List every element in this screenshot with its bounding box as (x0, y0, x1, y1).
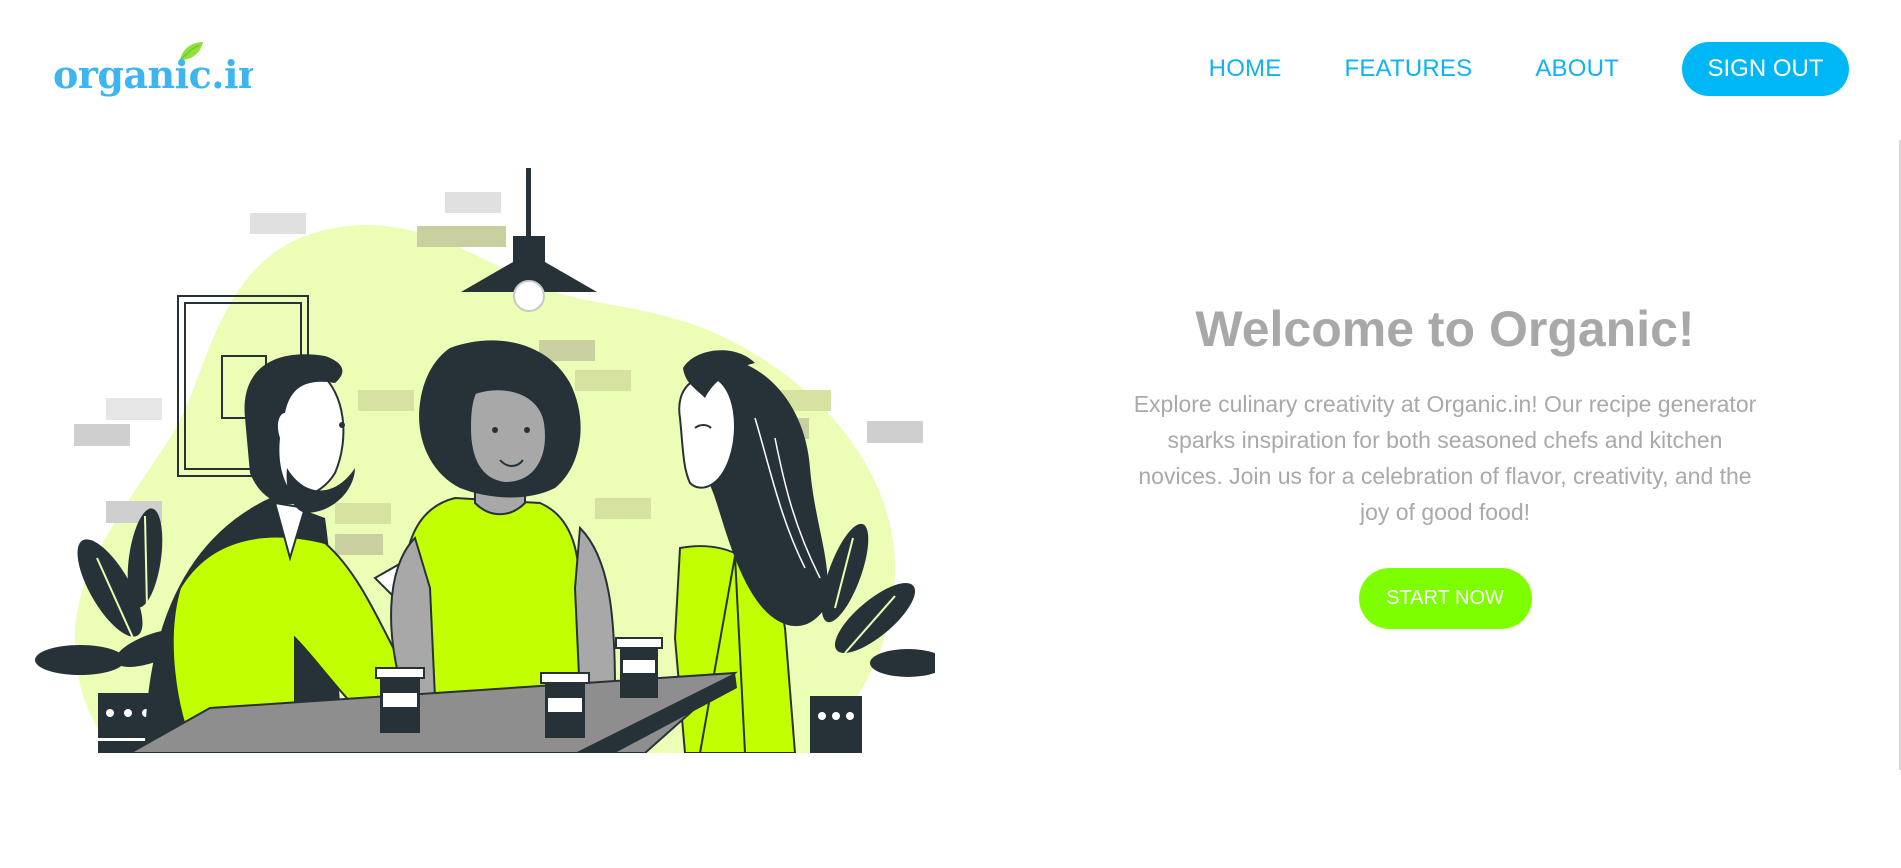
hero-section: Welcome to Organic! Explore culinary cre… (1115, 300, 1775, 629)
hero-illustration (35, 168, 946, 754)
friends-coffee-illustration-icon (35, 168, 946, 754)
start-now-button[interactable]: START NOW (1358, 568, 1532, 629)
main-nav: HOME FEATURES ABOUT SIGN OUT (1209, 42, 1849, 96)
hero-description: Explore culinary creativity at Organic.i… (1133, 391, 1757, 525)
cta-wrapper: START NOW (1115, 568, 1775, 629)
hero-title: Welcome to Organic! (1195, 301, 1695, 357)
sign-out-button[interactable]: SIGN OUT (1682, 42, 1849, 96)
nav-about-link[interactable]: ABOUT (1535, 55, 1619, 83)
nav-home-link[interactable]: HOME (1209, 55, 1282, 83)
site-header: organic.in HOME FEATURES ABOUT SIGN OUT (0, 0, 1901, 140)
nav-features-link[interactable]: FEATURES (1344, 55, 1472, 83)
landing-page: organic.in HOME FEATURES ABOUT SIGN OUT (0, 0, 1901, 868)
logo-text: organic.in (53, 52, 253, 97)
logo-wordmark-icon: organic.in (53, 42, 253, 97)
brand-logo[interactable]: organic.in (53, 38, 253, 98)
